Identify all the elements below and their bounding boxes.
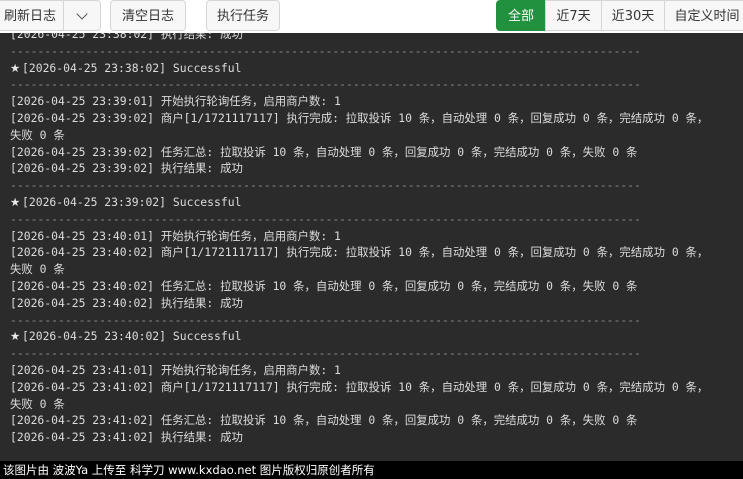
- refresh-options-dropdown[interactable]: [63, 0, 101, 31]
- log-status-line: ★ [2026-04-25 23:39:02] Successful: [10, 194, 743, 211]
- filter-custom-time-button[interactable]: 自定义时间: [664, 0, 743, 31]
- log-line: 失败 0 条: [10, 262, 65, 277]
- log-line: [2026-04-25 23:41:02] 商户[1/1721117117] 执…: [10, 379, 709, 394]
- log-separator: ----------------------------------------…: [10, 178, 641, 193]
- star-icon: ★: [10, 329, 21, 344]
- log-line: [2026-04-25 23:41:02] 任务汇总: 拉取投诉 10 条，自动…: [10, 413, 638, 428]
- log-line: [2026-04-25 23:40:02] 商户[1/1721117117] 执…: [10, 245, 709, 260]
- log-lines: [2026-04-25 23:38:02] 执行结果: 成功 ----------…: [10, 33, 743, 446]
- star-icon: ★: [10, 194, 21, 209]
- log-line: [2026-04-25 23:39:02] 任务汇总: 拉取投诉 10 条，自动…: [10, 144, 638, 159]
- log-line-text: [2026-04-25 23:38:02] Successful: [22, 60, 242, 75]
- log-line: [2026-04-25 23:40:02] 执行结果: 成功: [10, 295, 243, 310]
- log-separator: ----------------------------------------…: [10, 43, 641, 58]
- log-line: [2026-04-25 23:39:02] 执行结果: 成功: [10, 161, 243, 176]
- star-icon: ★: [10, 60, 21, 75]
- log-line: [2026-04-25 23:40:02] 任务汇总: 拉取投诉 10 条，自动…: [10, 278, 638, 293]
- log-line: [2026-04-25 23:41:01] 开始执行轮询任务，启用商户数: 1: [10, 362, 341, 377]
- log-line: [2026-04-25 23:40:01] 开始执行轮询任务，启用商户数: 1: [10, 228, 341, 243]
- log-line: 失败 0 条: [10, 396, 65, 411]
- log-status-line: ★ [2026-04-25 23:38:02] Successful: [10, 60, 743, 77]
- chevron-down-icon: [76, 7, 88, 20]
- image-watermark-footer: 该图片由 波波Ya 上传至 科学刀 www.kxdao.net 图片版权归原创者…: [0, 461, 743, 479]
- log-separator: ----------------------------------------…: [10, 346, 641, 361]
- refresh-log-button[interactable]: 刷新日志: [0, 0, 64, 31]
- execute-task-button[interactable]: 执行任务: [206, 0, 280, 31]
- log-line: [2026-04-25 23:38:02] 执行结果: 成功: [10, 33, 243, 41]
- filter-7-days-button[interactable]: 近7天: [545, 0, 602, 31]
- filter-30-days-button[interactable]: 近30天: [601, 0, 665, 31]
- log-status-line: ★ [2026-04-25 23:40:02] Successful: [10, 328, 743, 345]
- log-line-text: [2026-04-25 23:40:02] Successful: [22, 329, 242, 344]
- log-line-text: [2026-04-25 23:39:02] Successful: [22, 194, 242, 209]
- log-separator: ----------------------------------------…: [10, 312, 641, 327]
- log-separator: ----------------------------------------…: [10, 211, 641, 226]
- filter-all-button[interactable]: 全部: [496, 0, 546, 31]
- clear-log-button[interactable]: 清空日志: [110, 0, 186, 31]
- log-line: [2026-04-25 23:39:02] 商户[1/1721117117] 执…: [10, 110, 709, 125]
- log-line: [2026-04-25 23:41:02] 执行结果: 成功: [10, 430, 243, 445]
- log-line: [2026-04-25 23:39:01] 开始执行轮询任务，启用商户数: 1: [10, 94, 341, 109]
- log-line: 失败 0 条: [10, 127, 65, 142]
- log-output-panel[interactable]: [2026-04-25 23:38:02] 执行结果: 成功 ----------…: [0, 33, 743, 461]
- log-separator: ----------------------------------------…: [10, 77, 641, 92]
- toolbar: 刷新日志 清空日志 执行任务 全部 近7天 近30天 自定义时间: [0, 0, 743, 33]
